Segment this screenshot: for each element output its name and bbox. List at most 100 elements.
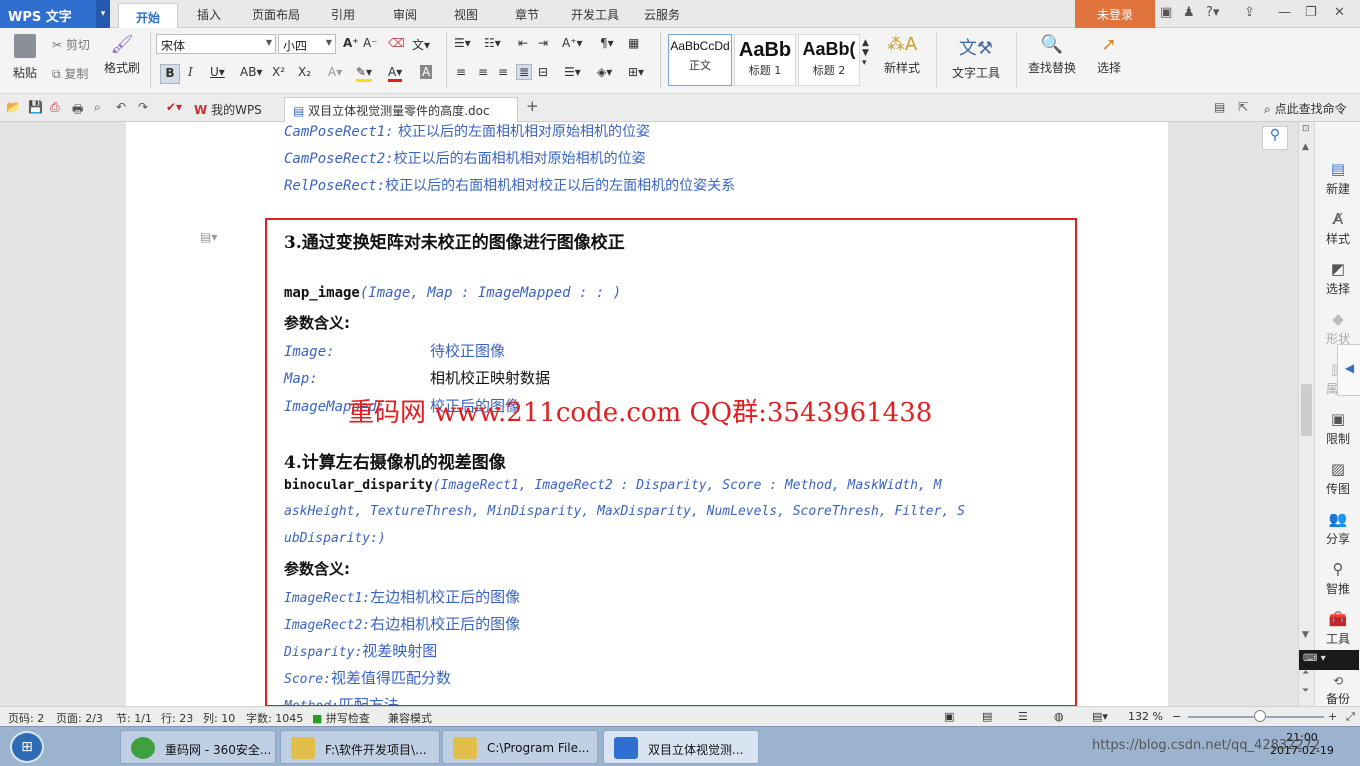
tab-document[interactable]: ▤ 双目立体视觉测量零件的高度.doc ✕: [284, 97, 518, 133]
tab-insert[interactable]: 插入: [197, 6, 221, 23]
panel-shape[interactable]: ◆ 形状: [1315, 310, 1360, 347]
doc-settings-icon[interactable]: ▤: [1214, 100, 1225, 114]
panel-backup[interactable]: ⟲ 备份: [1315, 674, 1360, 707]
maximize-icon[interactable]: ❐: [1305, 5, 1317, 20]
restore-ribbon-icon[interactable]: ⇪: [1244, 5, 1255, 20]
fit-icon[interactable]: ⤢: [1346, 710, 1355, 724]
command-search[interactable]: ⌕ 点此查找命令: [1264, 100, 1347, 117]
panel-tools[interactable]: 🧰 工具: [1315, 610, 1360, 647]
copy-button[interactable]: ⧉ 复制: [52, 65, 88, 82]
start-button[interactable]: ⊞: [10, 731, 44, 763]
scroll-up-icon[interactable]: ▲: [1302, 142, 1309, 152]
view-page-icon[interactable]: ▤: [982, 710, 992, 723]
highlight-icon[interactable]: ✎▾: [356, 65, 373, 82]
style-heading-2[interactable]: AaBb( 标题 2: [798, 34, 860, 86]
zoom-slider-thumb[interactable]: [1254, 710, 1266, 722]
paste-button[interactable]: 粘贴: [8, 34, 42, 81]
tab-page-layout[interactable]: 页面布局: [252, 6, 300, 23]
align-right-icon[interactable]: ≡: [498, 65, 508, 79]
panel-recommend[interactable]: ⚲ 智推: [1315, 560, 1360, 597]
login-button[interactable]: 未登录: [1075, 0, 1155, 28]
show-marks-icon[interactable]: ¶▾: [600, 36, 614, 50]
chinese-layout-icon[interactable]: A⁺▾: [562, 36, 583, 50]
font-name-select[interactable]: 宋体 ▼: [156, 34, 276, 54]
skin-icon[interactable]: ▣: [1160, 5, 1172, 20]
tab-chapter[interactable]: 章节: [515, 6, 539, 23]
format-painter-button[interactable]: 🖌 格式刷: [104, 34, 140, 76]
cut-button[interactable]: ✂ 剪切: [52, 36, 90, 53]
distribute-icon[interactable]: ⊟: [538, 65, 548, 79]
new-style-button[interactable]: ⁂A 新样式: [876, 34, 928, 76]
superscript-icon[interactable]: X²: [272, 65, 285, 79]
numbered-list-icon[interactable]: ☷▾: [484, 36, 501, 50]
view-outline-icon[interactable]: ☰: [1018, 710, 1028, 723]
justify-icon[interactable]: ≣: [516, 64, 533, 80]
print-preview-icon[interactable]: ⌕: [94, 100, 101, 115]
panel-send-image[interactable]: ▨ 传图: [1315, 460, 1360, 497]
bullet-list-icon[interactable]: ☰▾: [454, 36, 471, 50]
char-shading-icon[interactable]: A: [420, 65, 433, 79]
save-icon[interactable]: 💾: [28, 100, 43, 114]
spellcheck-toggle[interactable]: ■ 拼写检查: [312, 710, 370, 726]
taskbar-item[interactable]: F:\软件开发项目\...: [280, 730, 440, 764]
expand-icon[interactable]: ⊡: [1302, 124, 1310, 134]
align-center-icon[interactable]: ≡: [478, 65, 488, 79]
app-menu-button[interactable]: WPS 文字 ▾: [0, 0, 110, 28]
shrink-font-icon[interactable]: A⁻: [363, 36, 378, 50]
styles-scroll-icon[interactable]: ▲ ▼ ▾: [862, 38, 869, 68]
align-left-icon[interactable]: ≡: [456, 65, 466, 79]
minimize-icon[interactable]: —: [1278, 5, 1291, 20]
close-icon[interactable]: ✕: [1334, 5, 1345, 20]
tab-developer[interactable]: 开发工具: [571, 6, 619, 23]
find-replace-button[interactable]: 🔍 查找替换: [1022, 34, 1082, 76]
table-icon[interactable]: ▦: [628, 36, 639, 50]
panel-share[interactable]: 👥 分享: [1315, 510, 1360, 547]
view-options-icon[interactable]: ▤▾: [1092, 710, 1108, 723]
increase-indent-icon[interactable]: ⇥: [538, 36, 548, 50]
border-icon[interactable]: ⊞▾: [628, 65, 644, 79]
bold-icon[interactable]: B: [160, 64, 180, 84]
tab-references[interactable]: 引用: [331, 6, 355, 23]
location-pin-icon[interactable]: ⚲: [1262, 126, 1288, 150]
ime-toolbar[interactable]: ⌨ ▾: [1299, 650, 1359, 670]
taskbar-item[interactable]: C:\Program File...: [442, 730, 598, 764]
text-effect-icon[interactable]: A▾: [328, 65, 342, 79]
redo-icon[interactable]: ↷: [138, 100, 148, 114]
tab-view[interactable]: 视图: [454, 6, 478, 23]
tab-cloud[interactable]: 云服务: [644, 6, 680, 23]
view-fullscreen-icon[interactable]: ▣: [944, 710, 954, 723]
shading-icon[interactable]: ◈▾: [597, 65, 612, 79]
style-heading-1[interactable]: AaBb 标题 1: [734, 34, 796, 86]
customize-icon[interactable]: ✔▾: [166, 100, 182, 114]
underline-icon[interactable]: U▾: [210, 65, 225, 79]
strikethrough-icon[interactable]: AB▾: [240, 65, 262, 79]
vertical-scrollbar[interactable]: ⊡ ▲ ▼ ⏶ ⏷: [1298, 122, 1314, 706]
tab-my-wps[interactable]: W 我的WPS: [186, 97, 270, 121]
panel-restrict[interactable]: ▣ 限制: [1315, 410, 1360, 447]
line-spacing-icon[interactable]: ☰▾: [564, 65, 581, 79]
zoom-in-icon[interactable]: +: [1328, 710, 1337, 723]
zoom-level[interactable]: 132 %: [1128, 710, 1163, 723]
font-size-select[interactable]: 小四 ▼: [278, 34, 336, 54]
open-icon[interactable]: 📂: [6, 100, 21, 114]
share-icon[interactable]: ⇱: [1238, 100, 1248, 114]
italic-icon[interactable]: I: [188, 65, 193, 79]
select-button[interactable]: ➚ 选择: [1088, 34, 1130, 76]
help-icon[interactable]: ?▾: [1206, 5, 1219, 20]
text-tools-button[interactable]: 文⚒ 文字工具: [944, 34, 1008, 81]
panel-new[interactable]: ▤ 新建: [1315, 160, 1360, 197]
pinyin-icon[interactable]: 文▾: [412, 36, 430, 53]
panel-select[interactable]: ◩ 选择: [1315, 260, 1360, 297]
tab-start[interactable]: 开始: [118, 3, 178, 28]
scroll-down-icon[interactable]: ▼: [1302, 630, 1309, 640]
print-icon[interactable]: 🖶: [72, 100, 83, 121]
next-page-icon[interactable]: ⏷: [1302, 686, 1309, 696]
subscript-icon[interactable]: X₂: [298, 65, 311, 79]
decrease-indent-icon[interactable]: ⇤: [518, 36, 528, 50]
style-normal[interactable]: AaBbCcDd 正文: [668, 34, 732, 86]
font-color-icon[interactable]: A▾: [388, 65, 403, 82]
chevron-down-icon[interactable]: ▾: [96, 0, 110, 28]
new-tab-icon[interactable]: +: [526, 97, 539, 115]
shirt-icon[interactable]: ♟: [1183, 5, 1195, 20]
collapse-panel-icon[interactable]: ◀: [1337, 344, 1360, 396]
